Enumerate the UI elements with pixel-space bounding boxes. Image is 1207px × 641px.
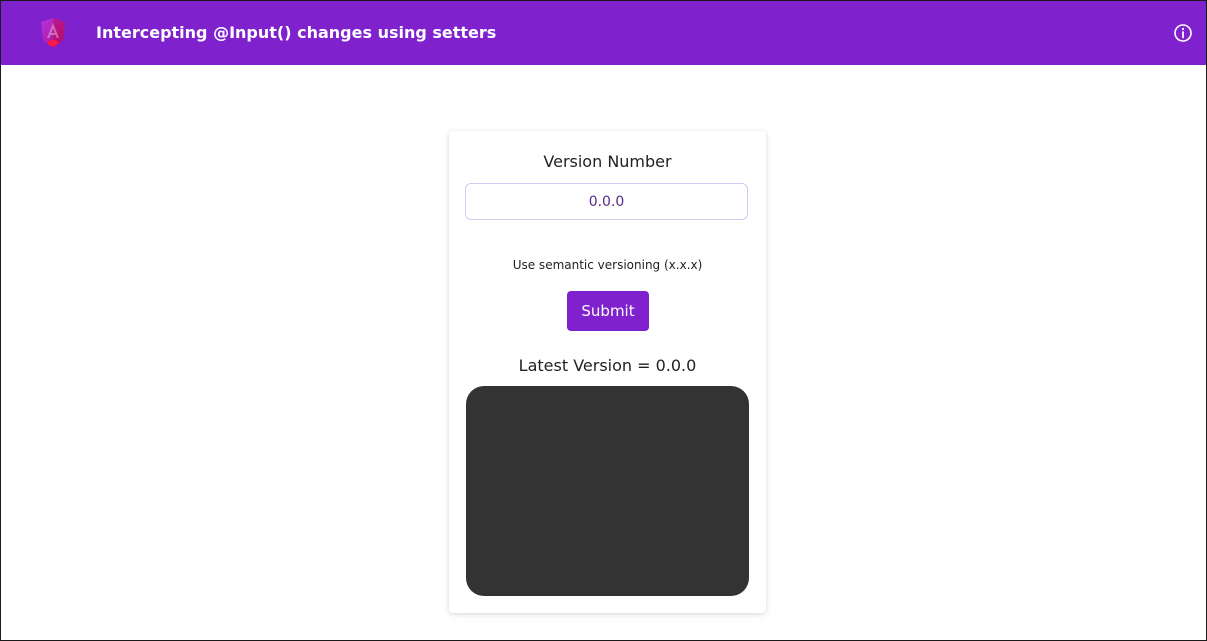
version-output-panel — [466, 386, 749, 596]
top-toolbar: Intercepting @Input() changes using sett… — [1, 1, 1206, 65]
submit-button[interactable]: Submit — [567, 291, 649, 331]
page-title: Intercepting @Input() changes using sett… — [96, 23, 497, 42]
version-number-input[interactable] — [465, 183, 748, 220]
version-card: Version Number Use semantic versioning (… — [449, 131, 766, 613]
app-frame: Intercepting @Input() changes using sett… — [0, 0, 1207, 641]
info-circle-icon[interactable] — [1173, 23, 1193, 43]
semver-hint: Use semantic versioning (x.x.x) — [512, 258, 703, 272]
version-number-label: Version Number — [543, 152, 672, 171]
latest-version-value: 0.0.0 — [655, 356, 697, 375]
angular-logo-icon — [41, 18, 65, 48]
latest-version-text: Latest Version = 0.0.0 — [449, 356, 766, 375]
latest-version-label: Latest Version = — [518, 356, 656, 375]
